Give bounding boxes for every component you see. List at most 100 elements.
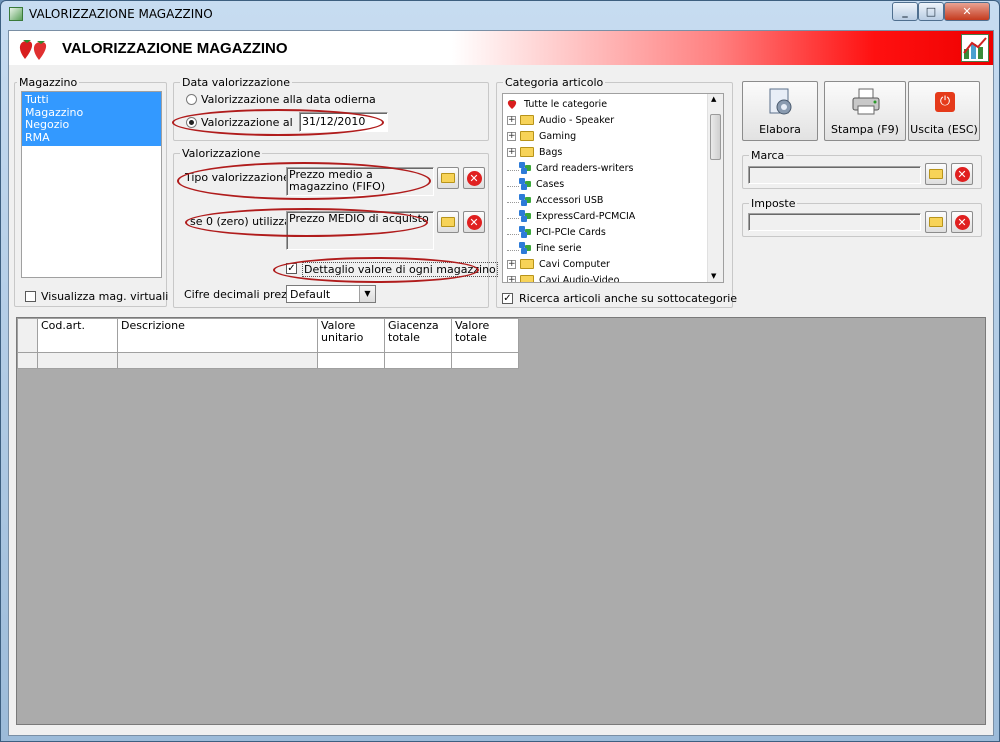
tree-item[interactable]: + Gaming xyxy=(507,128,576,144)
tree-item[interactable]: Cases xyxy=(507,176,564,192)
folder-icon xyxy=(441,173,455,183)
tree-scrollbar[interactable]: ▲ ▼ xyxy=(707,94,723,282)
minimize-button[interactable]: _ xyxy=(892,2,918,21)
tree-item-label: Cavi Computer xyxy=(539,258,610,270)
delete-icon: ✕ xyxy=(466,214,482,230)
column-header[interactable]: Valore totale xyxy=(451,318,519,353)
tree-item[interactable]: ExpressCard-PCMCIA xyxy=(507,208,635,224)
tipo-browse-button[interactable] xyxy=(437,167,459,189)
categoria-label: Categoria articolo xyxy=(503,76,606,89)
results-table: Cod.art. Descrizione Valore unitario Gia… xyxy=(17,318,519,369)
tree-root[interactable]: Tutte le categorie xyxy=(506,96,607,112)
tree-item-label: Accessori USB xyxy=(536,194,604,206)
subcat-checkbox[interactable]: ✓ xyxy=(502,293,513,304)
expand-icon[interactable]: + xyxy=(507,275,516,282)
header-banner: VALORIZZAZIONE MAGAZZINO xyxy=(9,31,993,65)
marca-clear-button[interactable]: ✕ xyxy=(951,163,973,185)
expand-icon[interactable]: + xyxy=(507,115,516,125)
cifre-decimali-select[interactable]: Default ▼ xyxy=(286,285,376,303)
stampa-button[interactable]: Stampa (F9) xyxy=(824,81,906,141)
expand-icon[interactable]: + xyxy=(507,131,516,141)
scroll-thumb[interactable] xyxy=(710,114,721,160)
delete-icon: ✕ xyxy=(466,170,482,186)
zero-clear-button[interactable]: ✕ xyxy=(463,211,485,233)
scroll-up-icon[interactable]: ▲ xyxy=(711,95,716,103)
tree-item-label: Fine serie xyxy=(536,242,582,254)
table-cell[interactable] xyxy=(451,352,519,369)
strawberry-icon xyxy=(507,100,517,109)
delete-icon: ✕ xyxy=(954,166,970,182)
tree-item[interactable]: + Bags xyxy=(507,144,562,160)
cifre-decimali-value: Default xyxy=(290,288,331,301)
radio-data-odierna[interactable] xyxy=(186,94,197,105)
column-header[interactable]: Valore unitario xyxy=(317,318,385,353)
tree-item[interactable]: PCI-PCIe Cards xyxy=(507,224,606,240)
list-item[interactable]: RMA xyxy=(25,131,158,145)
valorizzazione-label: Valorizzazione xyxy=(180,147,263,160)
tree-connector xyxy=(507,181,519,187)
list-item[interactable]: Negozio xyxy=(25,118,158,132)
folder-icon xyxy=(520,147,534,157)
imposte-field[interactable] xyxy=(748,213,921,231)
table-cell[interactable] xyxy=(317,352,385,369)
tree-item[interactable]: + Cavi Audio-Video xyxy=(507,272,620,283)
highlight-ellipse xyxy=(273,257,479,283)
elabora-label: Elabora xyxy=(759,123,801,136)
marca-browse-button[interactable] xyxy=(925,163,947,185)
imposte-browse-button[interactable] xyxy=(925,211,947,233)
scroll-down-icon[interactable]: ▼ xyxy=(711,272,716,280)
column-header[interactable]: Giacenza totale xyxy=(384,318,452,353)
tree-item[interactable]: + Cavi Computer xyxy=(507,256,610,272)
elabora-button[interactable]: Elabora xyxy=(742,81,818,141)
row-header xyxy=(17,352,38,369)
marca-label: Marca xyxy=(749,149,787,162)
subcat-label: Ricerca articoli anche su sottocategorie xyxy=(519,292,738,305)
tree-item[interactable]: Card readers-writers xyxy=(507,160,634,176)
highlight-ellipse xyxy=(177,162,431,200)
column-header[interactable]: Descrizione xyxy=(117,318,318,353)
power-icon: ⏻ xyxy=(935,92,955,112)
tree-item[interactable]: + Audio - Speaker xyxy=(507,112,614,128)
tree-item[interactable]: Accessori USB xyxy=(507,192,603,208)
table-row[interactable] xyxy=(17,352,519,369)
folder-icon xyxy=(929,217,943,227)
uscita-button[interactable]: ⏻ Uscita (ESC) xyxy=(908,81,980,141)
uscita-label: Uscita (ESC) xyxy=(910,123,978,136)
imposte-clear-button[interactable]: ✕ xyxy=(951,211,973,233)
virtual-warehouse-checkbox[interactable] xyxy=(25,291,36,302)
highlight-ellipse xyxy=(185,208,428,237)
folder-icon xyxy=(520,275,534,282)
tipo-clear-button[interactable]: ✕ xyxy=(463,167,485,189)
tree-item-label: Cases xyxy=(536,178,565,190)
categoria-tree[interactable]: Tutte le categorie + Audio - Speaker + Gami… xyxy=(502,93,724,283)
table-cell[interactable] xyxy=(117,352,318,369)
table-cell[interactable] xyxy=(384,352,452,369)
tree-item[interactable]: Fine serie xyxy=(507,240,581,256)
application-window: VALORIZZAZIONE MAGAZZINO _ □ ✕ VALORIZZA… xyxy=(0,0,1000,742)
expand-icon[interactable]: + xyxy=(507,259,516,269)
close-button[interactable]: ✕ xyxy=(944,2,990,21)
tree-item-label: ExpressCard-PCMCIA xyxy=(536,210,636,222)
tree-item-label: Cavi Audio-Video xyxy=(539,274,620,283)
folder-icon xyxy=(520,259,534,269)
marca-field[interactable] xyxy=(748,166,921,184)
magazzino-group-label: Magazzino xyxy=(17,76,80,89)
page-title: VALORIZZAZIONE MAGAZZINO xyxy=(62,40,288,57)
list-item[interactable]: Tutti xyxy=(25,93,158,107)
window-title: VALORIZZAZIONE MAGAZZINO xyxy=(29,7,213,21)
zero-browse-button[interactable] xyxy=(437,211,459,233)
magazzino-list[interactable]: Tutti Magazzino Negozio RMA xyxy=(21,91,162,278)
client-area: VALORIZZAZIONE MAGAZZINO Magazzino Tutti… xyxy=(8,30,994,736)
expand-icon[interactable]: + xyxy=(507,147,516,157)
tree-connector xyxy=(507,245,519,251)
chevron-down-icon[interactable]: ▼ xyxy=(359,286,375,302)
tree-item-label: Audio - Speaker xyxy=(539,114,615,126)
table-cell[interactable] xyxy=(37,352,118,369)
column-header[interactable]: Cod.art. xyxy=(37,318,118,353)
group-icon xyxy=(519,162,532,174)
highlight-ellipse xyxy=(172,109,384,136)
folder-icon xyxy=(441,217,455,227)
maximize-button[interactable]: □ xyxy=(918,2,944,21)
tree-connector xyxy=(507,229,519,235)
results-grid[interactable]: Cod.art. Descrizione Valore unitario Gia… xyxy=(16,317,986,725)
